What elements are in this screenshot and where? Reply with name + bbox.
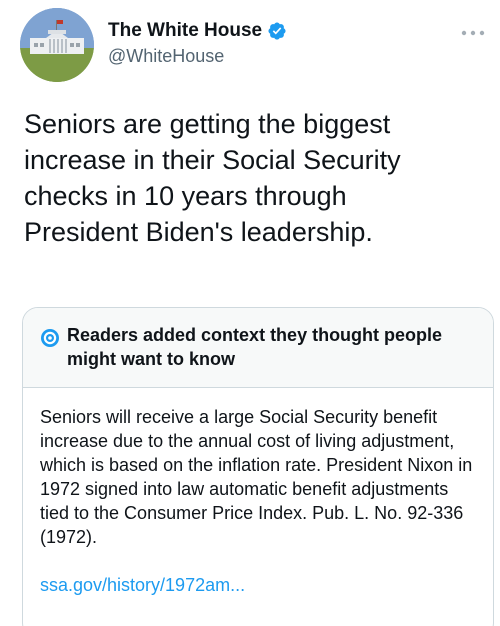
community-notes-icon — [41, 329, 59, 347]
community-note-body: Seniors will receive a large Social Secu… — [40, 407, 473, 547]
tweet-text: Seniors are getting the biggest increase… — [24, 109, 401, 247]
community-note-title: Readers added context they thought peopl… — [67, 325, 443, 369]
author-name-row: The White House — [108, 18, 287, 44]
white-house-avatar-icon — [20, 8, 94, 82]
author-info[interactable]: The White House @WhiteHouse — [108, 18, 287, 67]
community-note-link[interactable]: ssa.gov/history/1972am... — [40, 573, 245, 597]
avatar[interactable] — [20, 8, 94, 82]
author-handle[interactable]: @WhiteHouse — [108, 46, 287, 67]
more-options-icon[interactable] — [460, 28, 486, 38]
tweet: The White House @WhiteHouse Seniors are … — [0, 0, 500, 626]
author-name[interactable]: The White House — [108, 20, 262, 42]
verified-badge-icon — [268, 22, 286, 40]
community-note-card[interactable]: Readers added context they thought peopl… — [22, 307, 494, 626]
community-note-header: Readers added context they thought peopl… — [23, 308, 493, 388]
